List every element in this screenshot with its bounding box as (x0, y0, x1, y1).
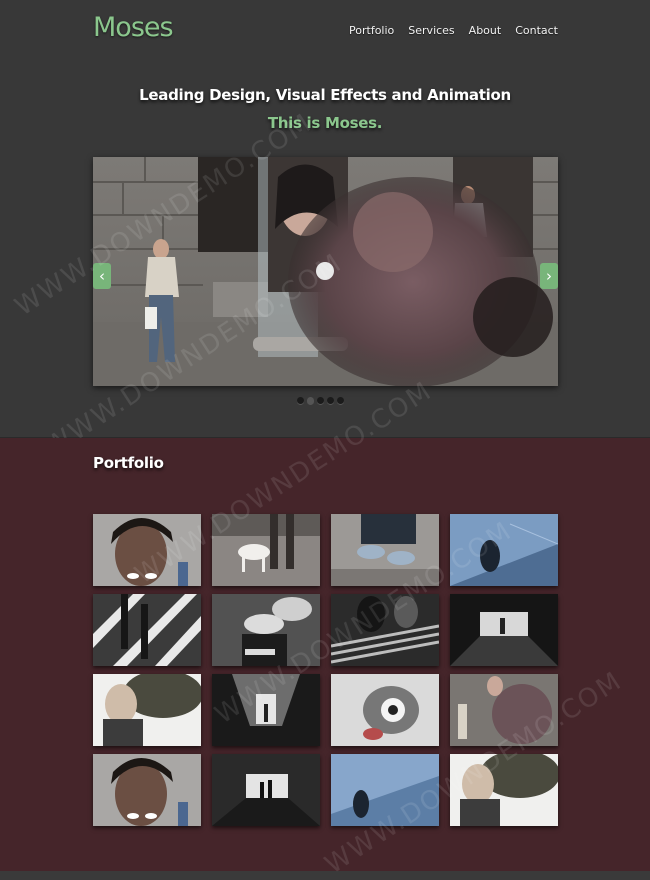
hero-headline: Leading Design, Visual Effects and Anima… (139, 86, 511, 104)
portfolio-section: Portfolio WWW.DOWNDEMO.COM (0, 376, 650, 880)
slider-dot[interactable] (327, 397, 334, 404)
image-slider[interactable]: ‹ › (93, 157, 558, 386)
slider-next-button[interactable]: › (540, 263, 558, 289)
nav-about[interactable]: About (469, 24, 502, 37)
portfolio-grid (93, 514, 558, 826)
portfolio-thumb-tree-woman[interactable] (93, 674, 201, 746)
portfolio-thumb-badge-hand[interactable] (331, 674, 439, 746)
slide-photo (93, 157, 558, 386)
portfolio-thumb-light-corridor[interactable] (212, 674, 320, 746)
portfolio-thumb-portrait[interactable] (93, 514, 201, 586)
main-nav: Portfolio Services About Contact (349, 24, 558, 37)
portfolio-thumb-station[interactable] (212, 754, 320, 826)
nav-services[interactable]: Services (408, 24, 454, 37)
slider-dot[interactable] (317, 397, 324, 404)
slider-prev-button[interactable]: ‹ (93, 263, 111, 289)
portfolio-thumb-legs-dog[interactable] (212, 514, 320, 586)
hero-tagline: This is Moses. (267, 114, 383, 132)
portfolio-thumb-shoes[interactable] (331, 514, 439, 586)
portfolio-thumb-hand-cup[interactable] (212, 594, 320, 666)
site-logo[interactable]: Moses (93, 12, 174, 43)
slider-dot-active[interactable] (307, 397, 314, 404)
portfolio-thumb-blue-figure[interactable] (331, 754, 439, 826)
portfolio-thumb-street-blur[interactable] (450, 674, 558, 746)
portfolio-thumb-stairs[interactable] (331, 594, 439, 666)
slider-dot[interactable] (297, 397, 304, 404)
portfolio-thumb-crosswalk[interactable] (93, 594, 201, 666)
portfolio-title: Portfolio (93, 454, 164, 472)
portfolio-thumb-dark-tunnel[interactable] (450, 594, 558, 666)
portfolio-thumb-blue-tunnel[interactable] (450, 514, 558, 586)
hero-section: Moses Portfolio Services About Contact L… (0, 0, 650, 462)
portfolio-thumb-portrait[interactable] (93, 754, 201, 826)
nav-portfolio[interactable]: Portfolio (349, 24, 394, 37)
slider-dot[interactable] (337, 397, 344, 404)
portfolio-thumb-tree-woman[interactable] (450, 754, 558, 826)
slider-pagination (297, 397, 344, 404)
nav-contact[interactable]: Contact (515, 24, 558, 37)
